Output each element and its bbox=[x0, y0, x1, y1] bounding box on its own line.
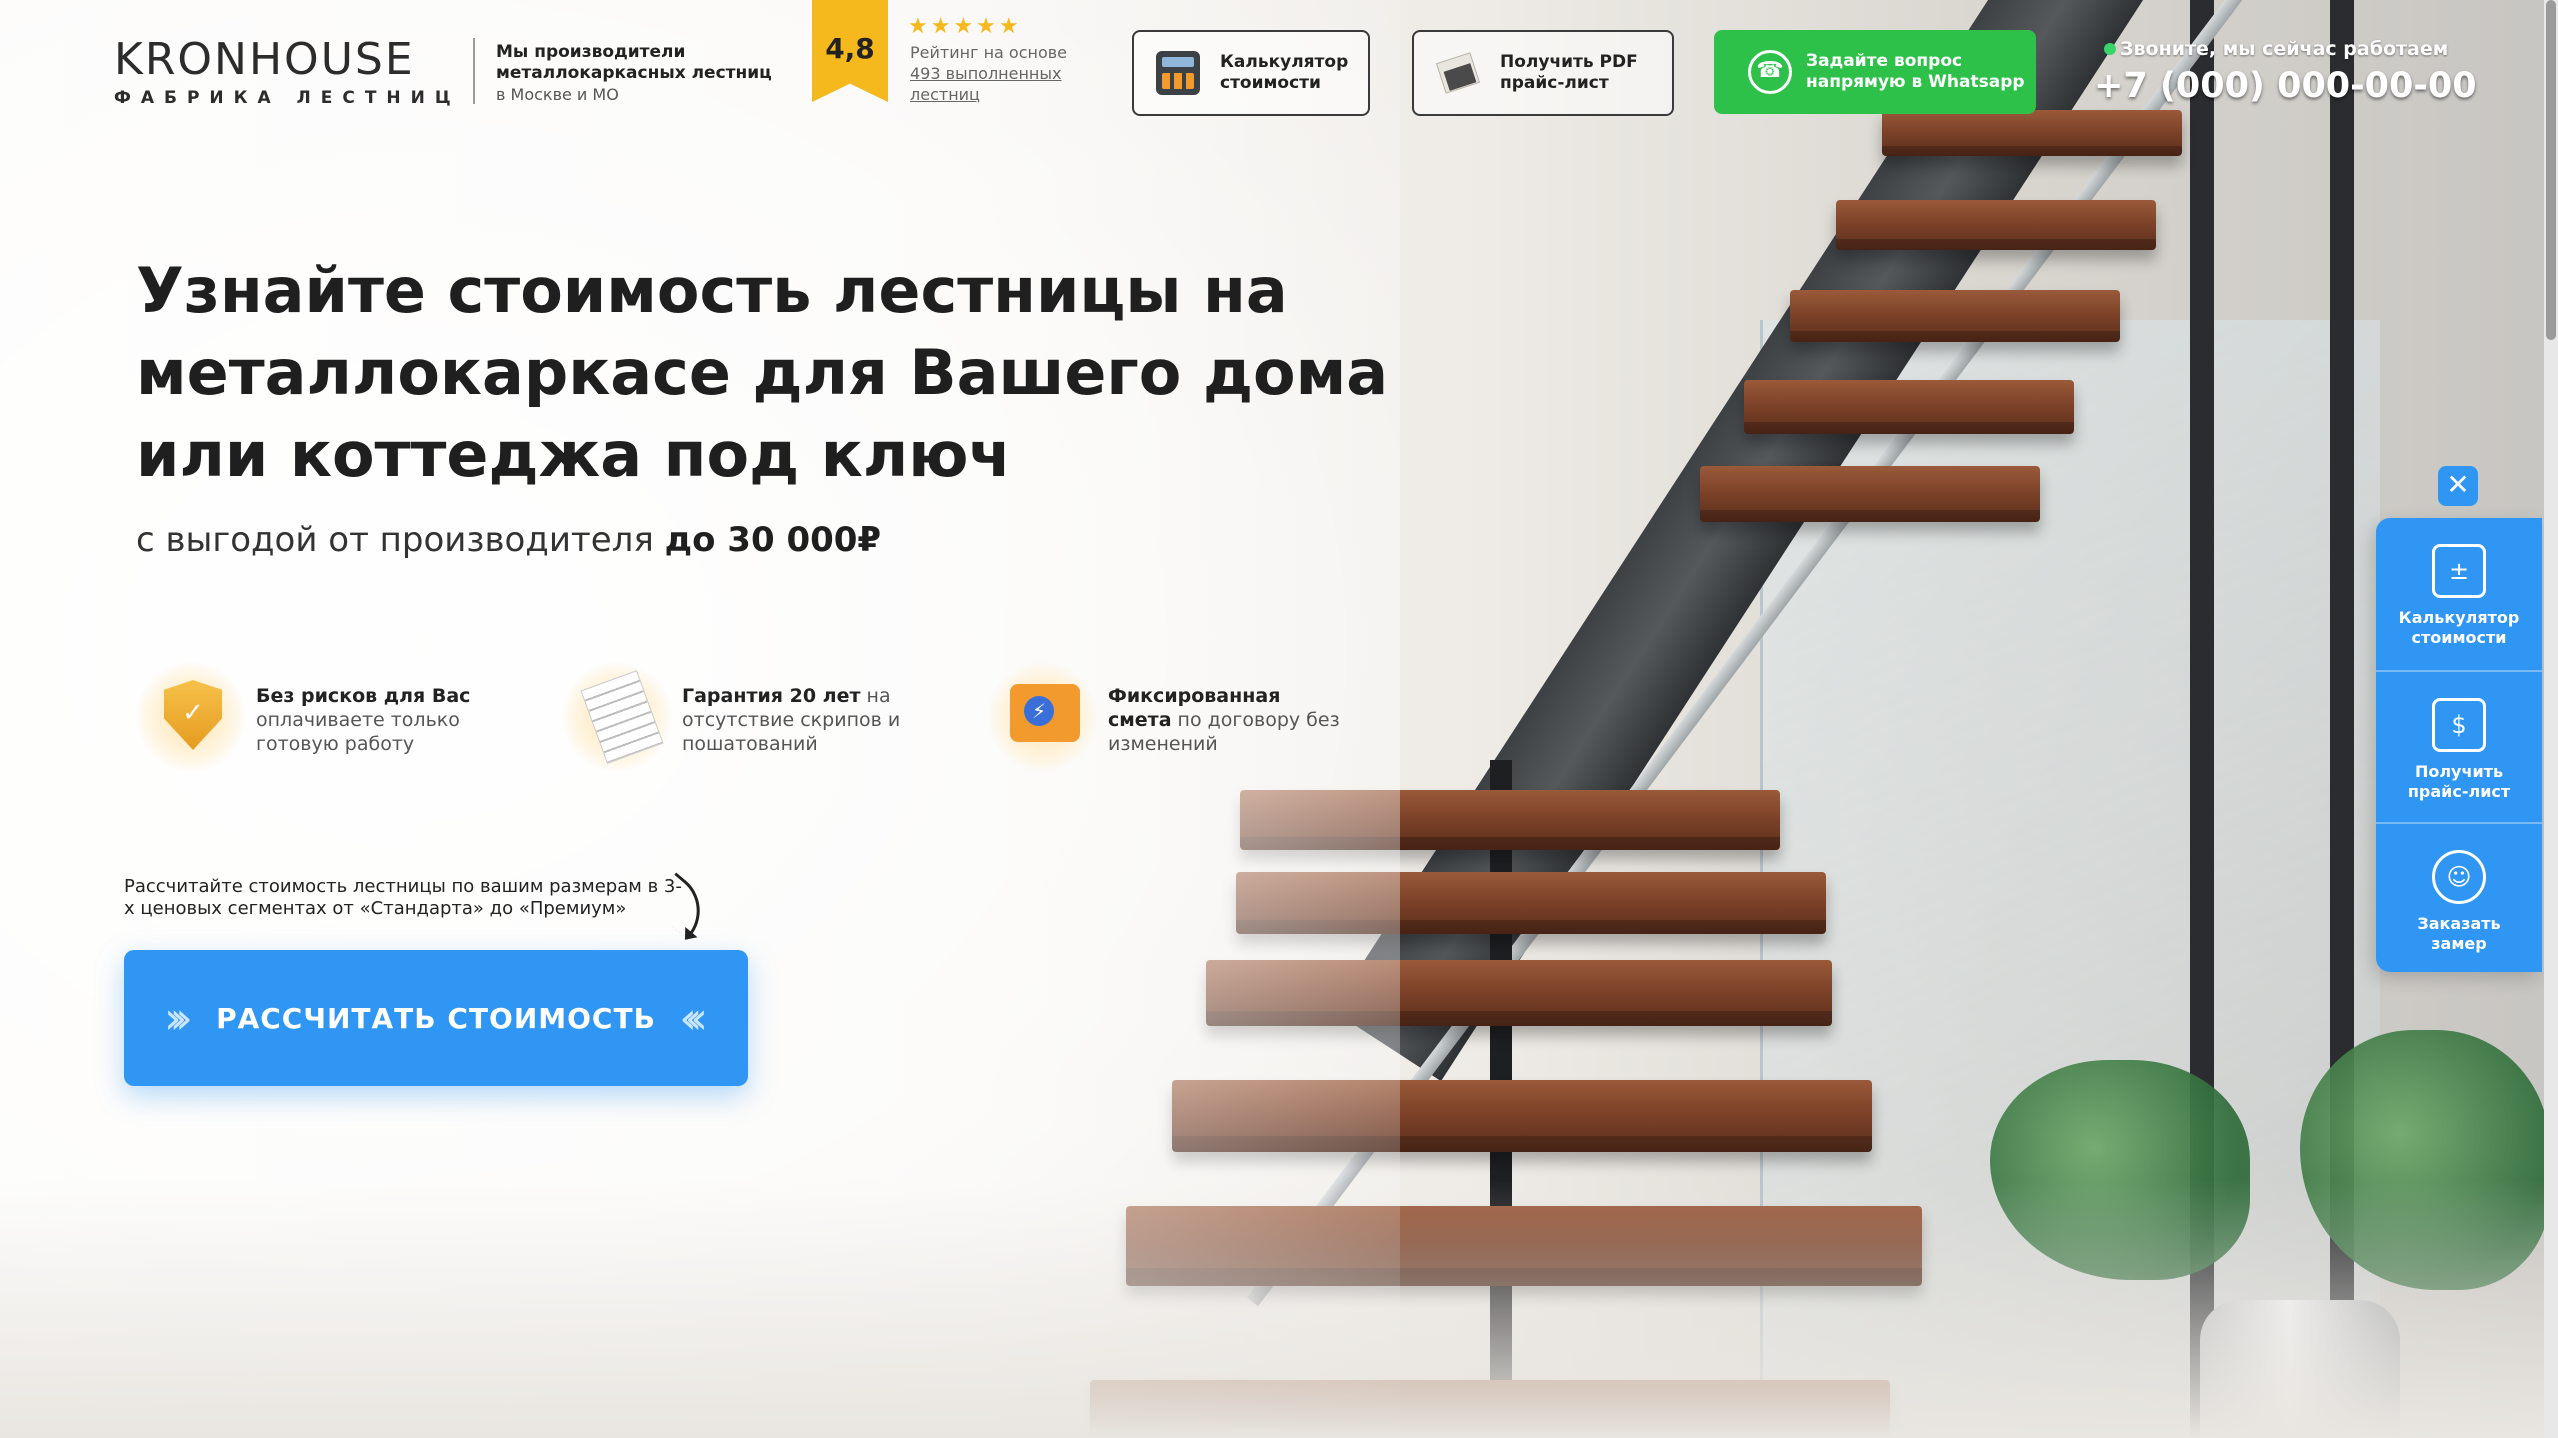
contract-document-icon bbox=[580, 670, 664, 764]
feature-text: Фиксированная смета по договору без изме… bbox=[1108, 684, 1348, 756]
scrollbar-thumb[interactable] bbox=[2546, 0, 2556, 340]
rating-reviews-link[interactable]: 493 выполненных лестниц bbox=[910, 64, 1062, 104]
logo-divider bbox=[473, 38, 475, 104]
side-panel: Калькулятор стоимости Получить прайс-лис… bbox=[2376, 518, 2542, 972]
tagline-city: в Москве и МО bbox=[496, 85, 619, 104]
rating-score: 4,8 bbox=[825, 32, 875, 65]
stair-step bbox=[1700, 466, 2040, 522]
whatsapp-button-label: Задайте вопрос напрямую в Whatsapp bbox=[1806, 51, 2025, 92]
chevrons-left-icon: ‹‹‹ bbox=[679, 992, 708, 1044]
pdf-price-button[interactable]: Получить PDF прайс-лист bbox=[1412, 30, 1674, 116]
side-panel-measure[interactable]: Заказать замер bbox=[2376, 822, 2542, 972]
calculator-button-label: Калькулятор стоимости bbox=[1220, 52, 1349, 93]
side-panel-price-list[interactable]: Получить прайс-лист bbox=[2376, 670, 2542, 820]
wallet-money-icon bbox=[1010, 684, 1080, 742]
feature-description: оплачиваете только готовую работу bbox=[256, 709, 460, 755]
rating-text-prefix: Рейтинг на основе bbox=[910, 43, 1068, 62]
site-header: KRONHOUSE ФАБРИКА ЛЕСТНИЦ Мы производите… bbox=[0, 0, 2558, 130]
price-list-icon bbox=[2432, 698, 2486, 752]
hero-subtitle: с выгодой от производителя до 30 000₽ bbox=[136, 520, 881, 560]
online-dot-icon bbox=[2104, 43, 2116, 55]
logo-wordmark: KRONHOUSE bbox=[114, 34, 415, 85]
feature-icon-bg bbox=[562, 662, 672, 772]
logo[interactable]: KRONHOUSE ФАБРИКА ЛЕСТНИЦ bbox=[114, 34, 461, 109]
side-panel-measure-label: Заказать замер bbox=[2417, 914, 2501, 953]
side-panel-calculator[interactable]: Калькулятор стоимости bbox=[2376, 518, 2542, 668]
feature-text: Без рисков для Вас оплачиваете только го… bbox=[256, 684, 496, 756]
rating-stars-icon: ★★★★★ bbox=[908, 14, 1022, 39]
stair-step bbox=[1744, 380, 2074, 434]
stair-step bbox=[1790, 290, 2120, 342]
tagline-main: Мы производители металлокаркасных лестни… bbox=[496, 42, 772, 83]
calculate-cost-label: РАССЧИТАТЬ СТОИМОСТЬ bbox=[216, 1001, 656, 1035]
calculation-note: Рассчитайте стоимость лестницы по вашим … bbox=[124, 876, 682, 919]
side-panel-close-button[interactable]: ✕ bbox=[2438, 466, 2478, 506]
feature-text: Гарантия 20 лет на отсутствие скрипов и … bbox=[682, 684, 922, 756]
pdf-document-icon bbox=[1436, 51, 1480, 95]
measurer-icon bbox=[2432, 850, 2486, 904]
calculator-icon bbox=[1156, 51, 1200, 95]
feature-title: Гарантия 20 лет bbox=[682, 685, 861, 707]
hero-title: Узнайте стоимость лестницы на металлокар… bbox=[136, 250, 1436, 496]
logo-subtitle: ФАБРИКА ЛЕСТНИЦ bbox=[114, 88, 461, 108]
calculate-cost-button[interactable]: ››› РАССЧИТАТЬ СТОИМОСТЬ ‹‹‹ bbox=[124, 950, 748, 1086]
side-panel-calculator-label: Калькулятор стоимости bbox=[2398, 608, 2520, 647]
company-tagline: Мы производители металлокаркасных лестни… bbox=[496, 42, 776, 106]
feature-title: Без рисков для Вас bbox=[256, 685, 471, 707]
hero-subtitle-amount: до 30 000₽ bbox=[664, 520, 882, 560]
rating-text: Рейтинг на основе 493 выполненных лестни… bbox=[910, 42, 1100, 105]
feature-icon-bg bbox=[988, 662, 1098, 772]
calculator-icon bbox=[2432, 544, 2486, 598]
stair-step bbox=[1836, 200, 2156, 250]
shield-check-icon bbox=[164, 680, 222, 750]
feature-icon-bg bbox=[136, 662, 246, 772]
side-panel-price-label: Получить прайс-лист bbox=[2407, 762, 2511, 801]
pdf-button-label: Получить PDF прайс-лист bbox=[1500, 52, 1638, 93]
chevrons-right-icon: ››› bbox=[164, 992, 193, 1044]
whatsapp-button[interactable]: Задайте вопрос напрямую в Whatsapp bbox=[1714, 30, 2036, 114]
rating-badge: 4,8 bbox=[812, 0, 888, 102]
floor bbox=[0, 1180, 2558, 1438]
calculator-button[interactable]: Калькулятор стоимости bbox=[1132, 30, 1370, 116]
whatsapp-icon bbox=[1748, 50, 1792, 94]
work-status-text: Звоните, мы сейчас работаем bbox=[2120, 38, 2449, 60]
hero-subtitle-prefix: с выгодой от производителя bbox=[136, 520, 665, 560]
work-status: Звоните, мы сейчас работаем bbox=[2104, 38, 2448, 60]
phone-number[interactable]: +7 (000) 000-00-00 bbox=[2094, 66, 2477, 106]
